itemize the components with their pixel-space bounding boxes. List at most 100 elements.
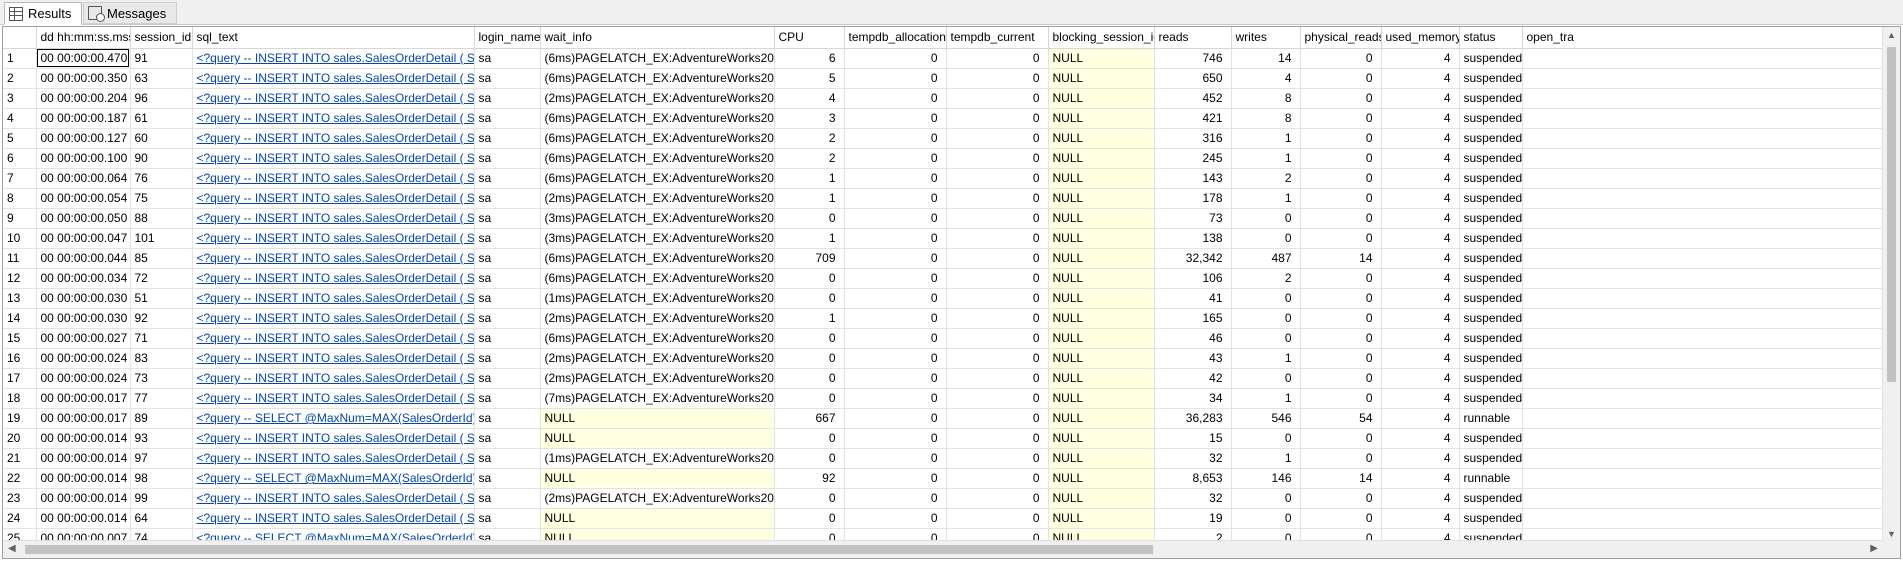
scroll-down-icon[interactable]: ▼: [1887, 529, 1896, 539]
table-row[interactable]: 14 00 00:00:00.030 92 <?query -- INSERT INT…: [3, 308, 1900, 329]
table-cell[interactable]: 0: [946, 288, 1049, 309]
table-cell[interactable]: 0: [1300, 308, 1382, 329]
table-cell[interactable]: 546: [1231, 408, 1301, 429]
table-cell[interactable]: 00 00:00:00.044: [36, 248, 131, 269]
table-cell[interactable]: 1: [1231, 128, 1301, 149]
table-cell[interactable]: [1522, 368, 1900, 389]
table-cell[interactable]: 00 00:00:00.350: [36, 68, 131, 89]
row-number[interactable]: 12: [3, 268, 37, 289]
table-cell[interactable]: 0: [774, 508, 845, 529]
table-cell[interactable]: 0: [1231, 208, 1301, 229]
table-cell[interactable]: 1: [774, 228, 845, 249]
table-cell[interactable]: 0: [1300, 88, 1382, 109]
table-cell[interactable]: sa: [474, 208, 541, 229]
table-cell[interactable]: 42: [1154, 368, 1232, 389]
table-cell[interactable]: suspended: [1459, 328, 1523, 349]
table-cell[interactable]: NULL: [1048, 488, 1155, 509]
table-cell[interactable]: 00 00:00:00.064: [36, 168, 131, 189]
table-row[interactable]: 4 00 00:00:00.187 61 <?query -- INSERT INTO…: [3, 108, 1900, 129]
table-cell[interactable]: NULL: [1048, 248, 1155, 269]
table-cell[interactable]: 00 00:00:00.034: [36, 268, 131, 289]
table-cell[interactable]: 73: [1154, 208, 1232, 229]
table-cell[interactable]: 709: [774, 248, 845, 269]
table-cell[interactable]: <?query -- INSERT INTO sales.SalesOrderD…: [192, 288, 475, 309]
table-cell[interactable]: (6ms)PAGELATCH_EX:AdventureWorks2017:1(*…: [540, 268, 775, 289]
table-cell[interactable]: 0: [844, 208, 947, 229]
table-cell[interactable]: 0: [774, 208, 845, 229]
table-cell[interactable]: 4: [1381, 228, 1460, 249]
table-cell[interactable]: sa: [474, 308, 541, 329]
table-cell[interactable]: 00 00:00:00.017: [36, 408, 131, 429]
table-row[interactable]: 7 00 00:00:00.064 76 <?query -- INSERT INTO…: [3, 168, 1900, 189]
table-cell[interactable]: 0: [946, 448, 1049, 469]
table-cell[interactable]: 4: [1381, 68, 1460, 89]
table-cell[interactable]: 4: [1381, 328, 1460, 349]
table-cell[interactable]: NULL: [540, 508, 775, 529]
table-cell[interactable]: (6ms)PAGELATCH_EX:AdventureWorks2017:1(*…: [540, 328, 775, 349]
row-number[interactable]: 5: [3, 128, 37, 149]
table-cell[interactable]: 00 00:00:00.100: [36, 148, 131, 169]
table-cell[interactable]: 89: [130, 408, 193, 429]
table-cell[interactable]: sa: [474, 408, 541, 429]
table-cell[interactable]: 0: [844, 268, 947, 289]
table-cell[interactable]: 4: [1381, 188, 1460, 209]
table-cell[interactable]: 0: [844, 128, 947, 149]
table-cell[interactable]: 8: [1231, 88, 1301, 109]
table-cell[interactable]: 4: [774, 88, 845, 109]
table-row[interactable]: 10 00 00:00:00.047 101 <?query -- INSERT IN…: [3, 228, 1900, 249]
table-cell[interactable]: suspended: [1459, 188, 1523, 209]
table-cell[interactable]: [1522, 48, 1900, 69]
table-cell[interactable]: 0: [774, 328, 845, 349]
table-cell[interactable]: 3: [774, 108, 845, 129]
table-cell[interactable]: suspended: [1459, 88, 1523, 109]
table-cell[interactable]: [1522, 128, 1900, 149]
table-cell[interactable]: 00 00:00:00.054: [36, 188, 131, 209]
table-cell[interactable]: 0: [1231, 228, 1301, 249]
table-cell[interactable]: <?query -- INSERT INTO sales.SalesOrderD…: [192, 428, 475, 449]
table-cell[interactable]: NULL: [1048, 188, 1155, 209]
table-cell[interactable]: sa: [474, 48, 541, 69]
table-cell[interactable]: 0: [844, 248, 947, 269]
table-cell[interactable]: 0: [1300, 268, 1382, 289]
table-cell[interactable]: NULL: [1048, 348, 1155, 369]
row-number[interactable]: 3: [3, 88, 37, 109]
table-cell[interactable]: <?query -- INSERT INTO sales.SalesOrderD…: [192, 228, 475, 249]
table-cell[interactable]: NULL: [1048, 328, 1155, 349]
table-cell[interactable]: 00 00:00:00.187: [36, 108, 131, 129]
table-cell[interactable]: 00 00:00:00.014: [36, 488, 131, 509]
table-cell[interactable]: 96: [130, 88, 193, 109]
table-cell[interactable]: 34: [1154, 388, 1232, 409]
table-cell[interactable]: sa: [474, 448, 541, 469]
table-row[interactable]: 23 00 00:00:00.014 99 <?query -- INSERT INT…: [3, 488, 1900, 509]
table-cell[interactable]: 2: [774, 128, 845, 149]
table-cell[interactable]: 72: [130, 268, 193, 289]
table-cell[interactable]: (2ms)PAGELATCH_EX:AdventureWorks2017:1(*…: [540, 368, 775, 389]
table-cell[interactable]: 43: [1154, 348, 1232, 369]
table-cell[interactable]: suspended: [1459, 168, 1523, 189]
table-cell[interactable]: 32,342: [1154, 248, 1232, 269]
table-cell[interactable]: 92: [774, 468, 845, 489]
table-cell[interactable]: 85: [130, 248, 193, 269]
table-cell[interactable]: 0: [1300, 68, 1382, 89]
table-cell[interactable]: [1522, 248, 1900, 269]
table-cell[interactable]: NULL: [1048, 68, 1155, 89]
table-cell[interactable]: 316: [1154, 128, 1232, 149]
table-cell[interactable]: 1: [774, 308, 845, 329]
table-cell[interactable]: [1522, 168, 1900, 189]
horizontal-scroll-thumb[interactable]: [25, 545, 1153, 554]
table-cell[interactable]: 00 00:00:00.017: [36, 388, 131, 409]
table-cell[interactable]: 4: [1381, 248, 1460, 269]
table-cell[interactable]: 0: [946, 488, 1049, 509]
table-cell[interactable]: NULL: [540, 428, 775, 449]
column-header-reads[interactable]: reads: [1154, 27, 1232, 49]
column-header-tempdb-current[interactable]: tempdb_current: [946, 27, 1049, 49]
column-header-blocking-session-id[interactable]: blocking_session_id: [1048, 27, 1155, 49]
table-cell[interactable]: 00 00:00:00.204: [36, 88, 131, 109]
table-row[interactable]: 6 00 00:00:00.100 90 <?query -- INSERT INTO…: [3, 148, 1900, 169]
table-cell[interactable]: [1522, 208, 1900, 229]
row-number[interactable]: 22: [3, 468, 37, 489]
table-cell[interactable]: 4: [1381, 208, 1460, 229]
table-cell[interactable]: 4: [1381, 348, 1460, 369]
table-cell[interactable]: 0: [844, 108, 947, 129]
column-header-tempdb-allocations[interactable]: tempdb_allocations: [844, 27, 947, 49]
